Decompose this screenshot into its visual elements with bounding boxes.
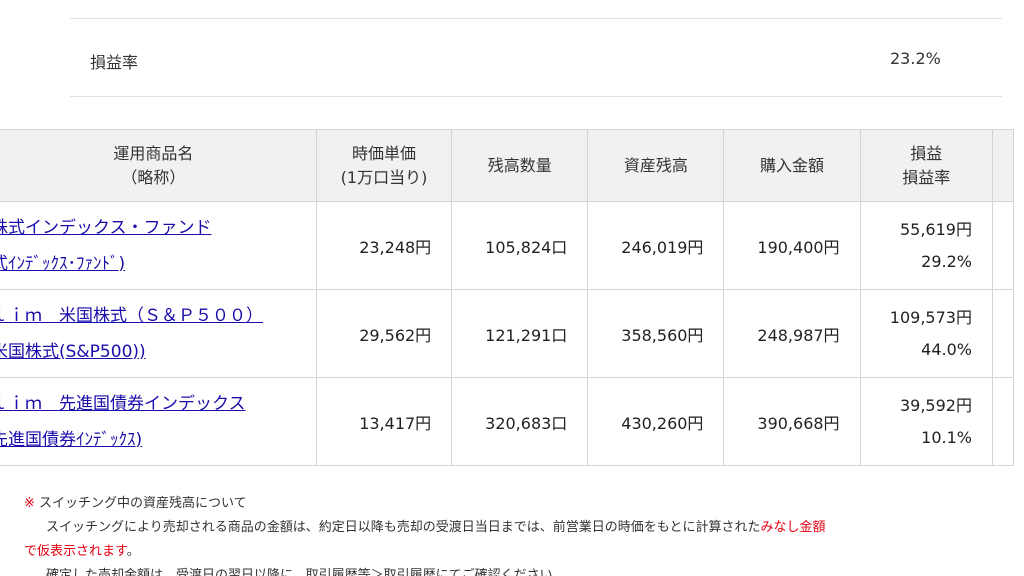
table-row: ｌｉｍ 先進国債券インデックス 先進国債券ｲﾝﾃﾞｯｸｽ) 13,417円 32… bbox=[0, 377, 1015, 466]
extra-cell bbox=[991, 201, 1015, 290]
header-extra bbox=[991, 129, 1015, 202]
holdings-table: 運用商品名 （略称） 時価単価 (1万口当り) 残高数量 資産残高 購入金額 損益損… bbox=[0, 129, 1015, 466]
profit-loss-cell: 109,573円 44.0% bbox=[859, 289, 993, 378]
product-short-link[interactable]: 先進国債券ｲﾝﾃﾞｯｸｽ) bbox=[0, 430, 142, 450]
extra-cell bbox=[991, 377, 1015, 466]
profit-loss-amount: 55,619円 bbox=[899, 219, 972, 239]
asset-balance-cell: 430,260円 bbox=[587, 377, 725, 466]
summary-value: 23.2% bbox=[890, 49, 941, 68]
unit-price-cell: 13,417円 bbox=[315, 377, 453, 466]
product-name-cell: 株式インデックス・ファンド 式ｲﾝﾃﾞｯｸｽ･ﾌｧﾝﾄﾞ) bbox=[0, 201, 317, 290]
notes-title: ※ スイッチング中の資産残高について bbox=[24, 492, 1024, 516]
profit-loss-amount: 109,573円 bbox=[889, 307, 972, 327]
profit-loss-amount: 39,592円 bbox=[899, 395, 972, 415]
quantity-cell: 105,824口 bbox=[451, 201, 589, 290]
unit-price-cell: 23,248円 bbox=[315, 201, 453, 290]
header-purchase-amount: 購入金額 bbox=[723, 129, 861, 202]
notes-body-2: 確定した売却金額は、受渡日の翌日以降に、取引履歴等＞取引履歴にてご確認ください。 bbox=[46, 568, 566, 576]
profit-loss-rate: 10.1% bbox=[921, 427, 972, 447]
header-product-name: 運用商品名 （略称） bbox=[0, 129, 317, 202]
purchase-amount-cell: 190,400円 bbox=[723, 201, 861, 290]
header-asset-balance: 資産残高 bbox=[587, 129, 725, 202]
note-mark: ※ bbox=[24, 496, 35, 511]
unit-price-cell: 29,562円 bbox=[315, 289, 453, 378]
notes-highlight: みなし金額 bbox=[760, 520, 826, 535]
notes-highlight-cont: で仮表示されます bbox=[24, 544, 127, 559]
product-link[interactable]: ｌｉｍ 先進国債券インデックス bbox=[0, 394, 246, 414]
summary-row-profit-rate: 損益率 23.2% bbox=[70, 19, 1002, 97]
product-name-cell: ｌｉｍ 先進国債券インデックス 先進国債券ｲﾝﾃﾞｯｸｽ) bbox=[0, 377, 317, 466]
profit-loss-cell: 55,619円 29.2% bbox=[859, 201, 993, 290]
profit-loss-rate: 29.2% bbox=[921, 251, 972, 271]
extra-cell bbox=[991, 289, 1015, 378]
product-link[interactable]: ｌｉｍ 米国株式（Ｓ＆Ｐ５００） bbox=[0, 306, 263, 326]
notes-body: スイッチングにより売却される商品の金額は、約定日以降も売却の受渡日当日までは、前… bbox=[46, 520, 826, 535]
purchase-amount-cell: 390,668円 bbox=[723, 377, 861, 466]
purchase-amount-cell: 248,987円 bbox=[723, 289, 861, 378]
switching-notes: ※ スイッチング中の資産残高について スイッチングにより売却される商品の金額は、… bbox=[24, 492, 1024, 576]
summary-label: 損益率 bbox=[90, 53, 139, 72]
quantity-cell: 121,291口 bbox=[451, 289, 589, 378]
header-unit-price: 時価単価 (1万口当り) bbox=[315, 129, 453, 202]
profit-loss-rate: 44.0% bbox=[921, 339, 972, 359]
header-profit-loss: 損益 損益率 bbox=[859, 129, 993, 202]
product-name-cell: ｌｉｍ 米国株式（Ｓ＆Ｐ５００） 米国株式(S&P500)) bbox=[0, 289, 317, 378]
product-short-link[interactable]: 式ｲﾝﾃﾞｯｸｽ･ﾌｧﾝﾄﾞ) bbox=[0, 254, 125, 274]
profit-loss-cell: 39,592円 10.1% bbox=[859, 377, 993, 466]
table-row: 株式インデックス・ファンド 式ｲﾝﾃﾞｯｸｽ･ﾌｧﾝﾄﾞ) 23,248円 10… bbox=[0, 201, 1015, 290]
header-quantity: 残高数量 bbox=[451, 129, 589, 202]
product-link[interactable]: 株式インデックス・ファンド bbox=[0, 218, 212, 238]
notes-body-cont: で仮表示されます。 bbox=[24, 544, 140, 559]
table-header-row: 運用商品名 （略称） 時価単価 (1万口当り) 残高数量 資産残高 購入金額 損益損… bbox=[0, 129, 1015, 202]
asset-balance-cell: 358,560円 bbox=[587, 289, 725, 378]
product-short-link[interactable]: 米国株式(S&P500)) bbox=[0, 342, 146, 362]
quantity-cell: 320,683口 bbox=[451, 377, 589, 466]
asset-balance-cell: 246,019円 bbox=[587, 201, 725, 290]
table-row: ｌｉｍ 米国株式（Ｓ＆Ｐ５００） 米国株式(S&P500)) 29,562円 1… bbox=[0, 289, 1015, 378]
notes-title-text: スイッチング中の資産残高について bbox=[39, 496, 247, 511]
